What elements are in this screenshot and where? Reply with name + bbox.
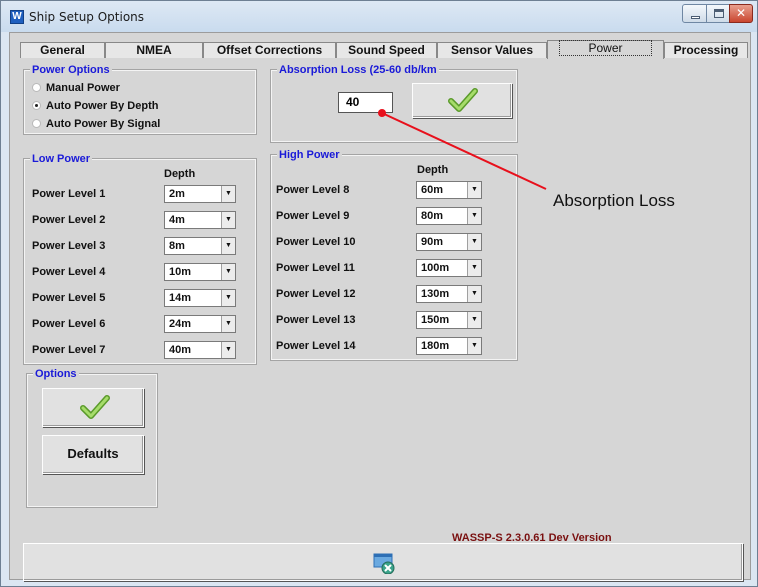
annotation-overlay: [378, 109, 547, 190]
annotation-label: Absorption Loss: [553, 191, 675, 210]
annotation-pointer-dot: [378, 109, 386, 117]
annotation-pointer-line: [381, 112, 547, 190]
